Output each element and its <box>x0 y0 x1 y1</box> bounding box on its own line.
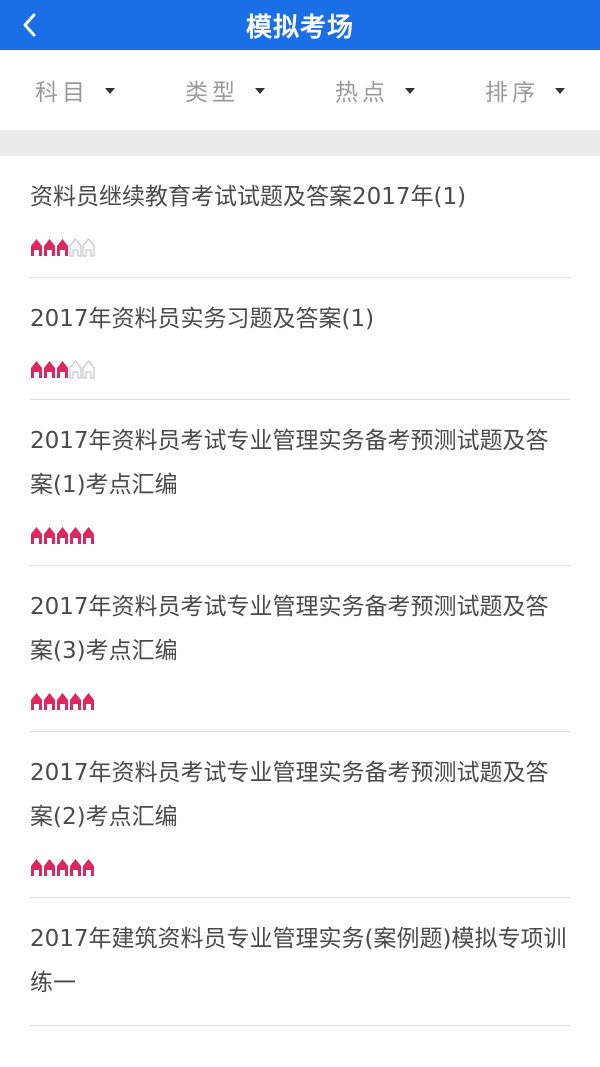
section-divider <box>0 130 600 156</box>
exam-list-item[interactable]: 2017年资料员考试专业管理实务备考预测试题及答案(3)考点汇编 <box>30 566 570 732</box>
star-empty-icon <box>69 237 82 257</box>
star-filled-icon <box>30 857 43 877</box>
exam-title: 2017年建筑资料员专业管理实务(案例题)模拟专项训练一 <box>30 926 567 996</box>
filter-label: 科目 <box>35 80 89 106</box>
filter-bar: 科目 类型 热点 排序 <box>0 50 600 130</box>
rating-stars <box>30 359 570 379</box>
star-filled-icon <box>43 237 56 257</box>
page-title: 模拟考场 <box>245 12 354 43</box>
filter-sort[interactable]: 排序 <box>450 50 600 130</box>
caret-down-icon <box>105 88 115 94</box>
rating-stars <box>30 237 570 257</box>
star-filled-icon <box>69 691 82 711</box>
back-button[interactable] <box>10 5 50 45</box>
star-filled-icon <box>82 525 95 545</box>
star-filled-icon <box>82 857 95 877</box>
exam-list: 资料员继续教育考试试题及答案2017年(1) 2017年资料员实务习题及答案(1… <box>0 156 600 1026</box>
rating-stars <box>30 525 570 545</box>
exam-title: 资料员继续教育考试试题及答案2017年(1) <box>30 184 467 210</box>
exam-title: 2017年资料员考试专业管理实务备考预测试题及答案(2)考点汇编 <box>30 760 549 830</box>
star-filled-icon <box>56 359 69 379</box>
filter-label: 热点 <box>335 80 389 106</box>
exam-list-item[interactable]: 2017年资料员考试专业管理实务备考预测试题及答案(1)考点汇编 <box>30 400 570 566</box>
filter-type[interactable]: 类型 <box>150 50 300 130</box>
star-filled-icon <box>43 359 56 379</box>
star-filled-icon <box>43 525 56 545</box>
caret-down-icon <box>255 88 265 94</box>
star-filled-icon <box>30 237 43 257</box>
star-filled-icon <box>56 525 69 545</box>
star-empty-icon <box>82 237 95 257</box>
caret-down-icon <box>405 88 415 94</box>
star-filled-icon <box>69 857 82 877</box>
rating-stars <box>30 857 570 877</box>
app-header: 模拟考场 <box>0 0 600 50</box>
exam-title: 2017年资料员实务习题及答案(1) <box>30 306 375 332</box>
star-filled-icon <box>56 691 69 711</box>
star-filled-icon <box>43 691 56 711</box>
exam-list-item[interactable]: 2017年建筑资料员专业管理实务(案例题)模拟专项训练一 <box>30 898 570 1026</box>
exam-title: 2017年资料员考试专业管理实务备考预测试题及答案(3)考点汇编 <box>30 594 549 664</box>
exam-list-item[interactable]: 2017年资料员考试专业管理实务备考预测试题及答案(2)考点汇编 <box>30 732 570 898</box>
star-filled-icon <box>56 857 69 877</box>
filter-hot[interactable]: 热点 <box>300 50 450 130</box>
exam-list-item[interactable]: 2017年资料员实务习题及答案(1) <box>30 278 570 400</box>
star-empty-icon <box>82 359 95 379</box>
exam-list-item[interactable]: 资料员继续教育考试试题及答案2017年(1) <box>30 156 570 278</box>
star-filled-icon <box>30 359 43 379</box>
star-filled-icon <box>30 691 43 711</box>
star-empty-icon <box>69 359 82 379</box>
star-filled-icon <box>56 237 69 257</box>
star-filled-icon <box>82 691 95 711</box>
star-filled-icon <box>30 525 43 545</box>
star-filled-icon <box>43 857 56 877</box>
filter-subject[interactable]: 科目 <box>0 50 150 130</box>
filter-label: 排序 <box>485 80 539 106</box>
chevron-left-icon <box>23 13 36 37</box>
caret-down-icon <box>555 88 565 94</box>
exam-title: 2017年资料员考试专业管理实务备考预测试题及答案(1)考点汇编 <box>30 428 549 498</box>
rating-stars <box>30 691 570 711</box>
star-filled-icon <box>69 525 82 545</box>
filter-label: 类型 <box>185 80 239 106</box>
